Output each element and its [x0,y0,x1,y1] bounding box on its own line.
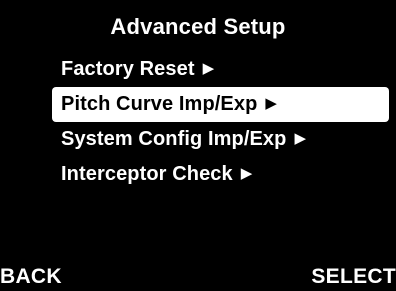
right-arrow-icon: ▶ [265,95,278,112]
menu-item-label: Factory Reset [61,58,195,80]
menu-item-interceptor-check[interactable]: Interceptor Check ▶ [52,157,389,192]
menu-item-label: Pitch Curve Imp/Exp [61,93,258,115]
menu-item-pitch-curve-imp-exp[interactable]: Pitch Curve Imp/Exp ▶ [52,87,389,122]
menu-item-label: System Config Imp/Exp [61,128,287,150]
menu-item-system-config-imp-exp[interactable]: System Config Imp/Exp ▶ [52,122,389,157]
menu-item-label: Interceptor Check [61,163,233,185]
right-arrow-icon: ▶ [240,165,253,182]
select-softkey[interactable]: SELECT [311,263,396,291]
back-softkey[interactable]: BACK [0,263,62,291]
right-arrow-icon: ▶ [294,130,307,147]
page-title: Advanced Setup [110,14,286,39]
menu-item-factory-reset[interactable]: Factory Reset ▶ [52,52,389,87]
device-screen: Advanced Setup Factory Reset ▶ Pitch Cur… [0,0,396,291]
right-arrow-icon: ▶ [202,60,215,77]
